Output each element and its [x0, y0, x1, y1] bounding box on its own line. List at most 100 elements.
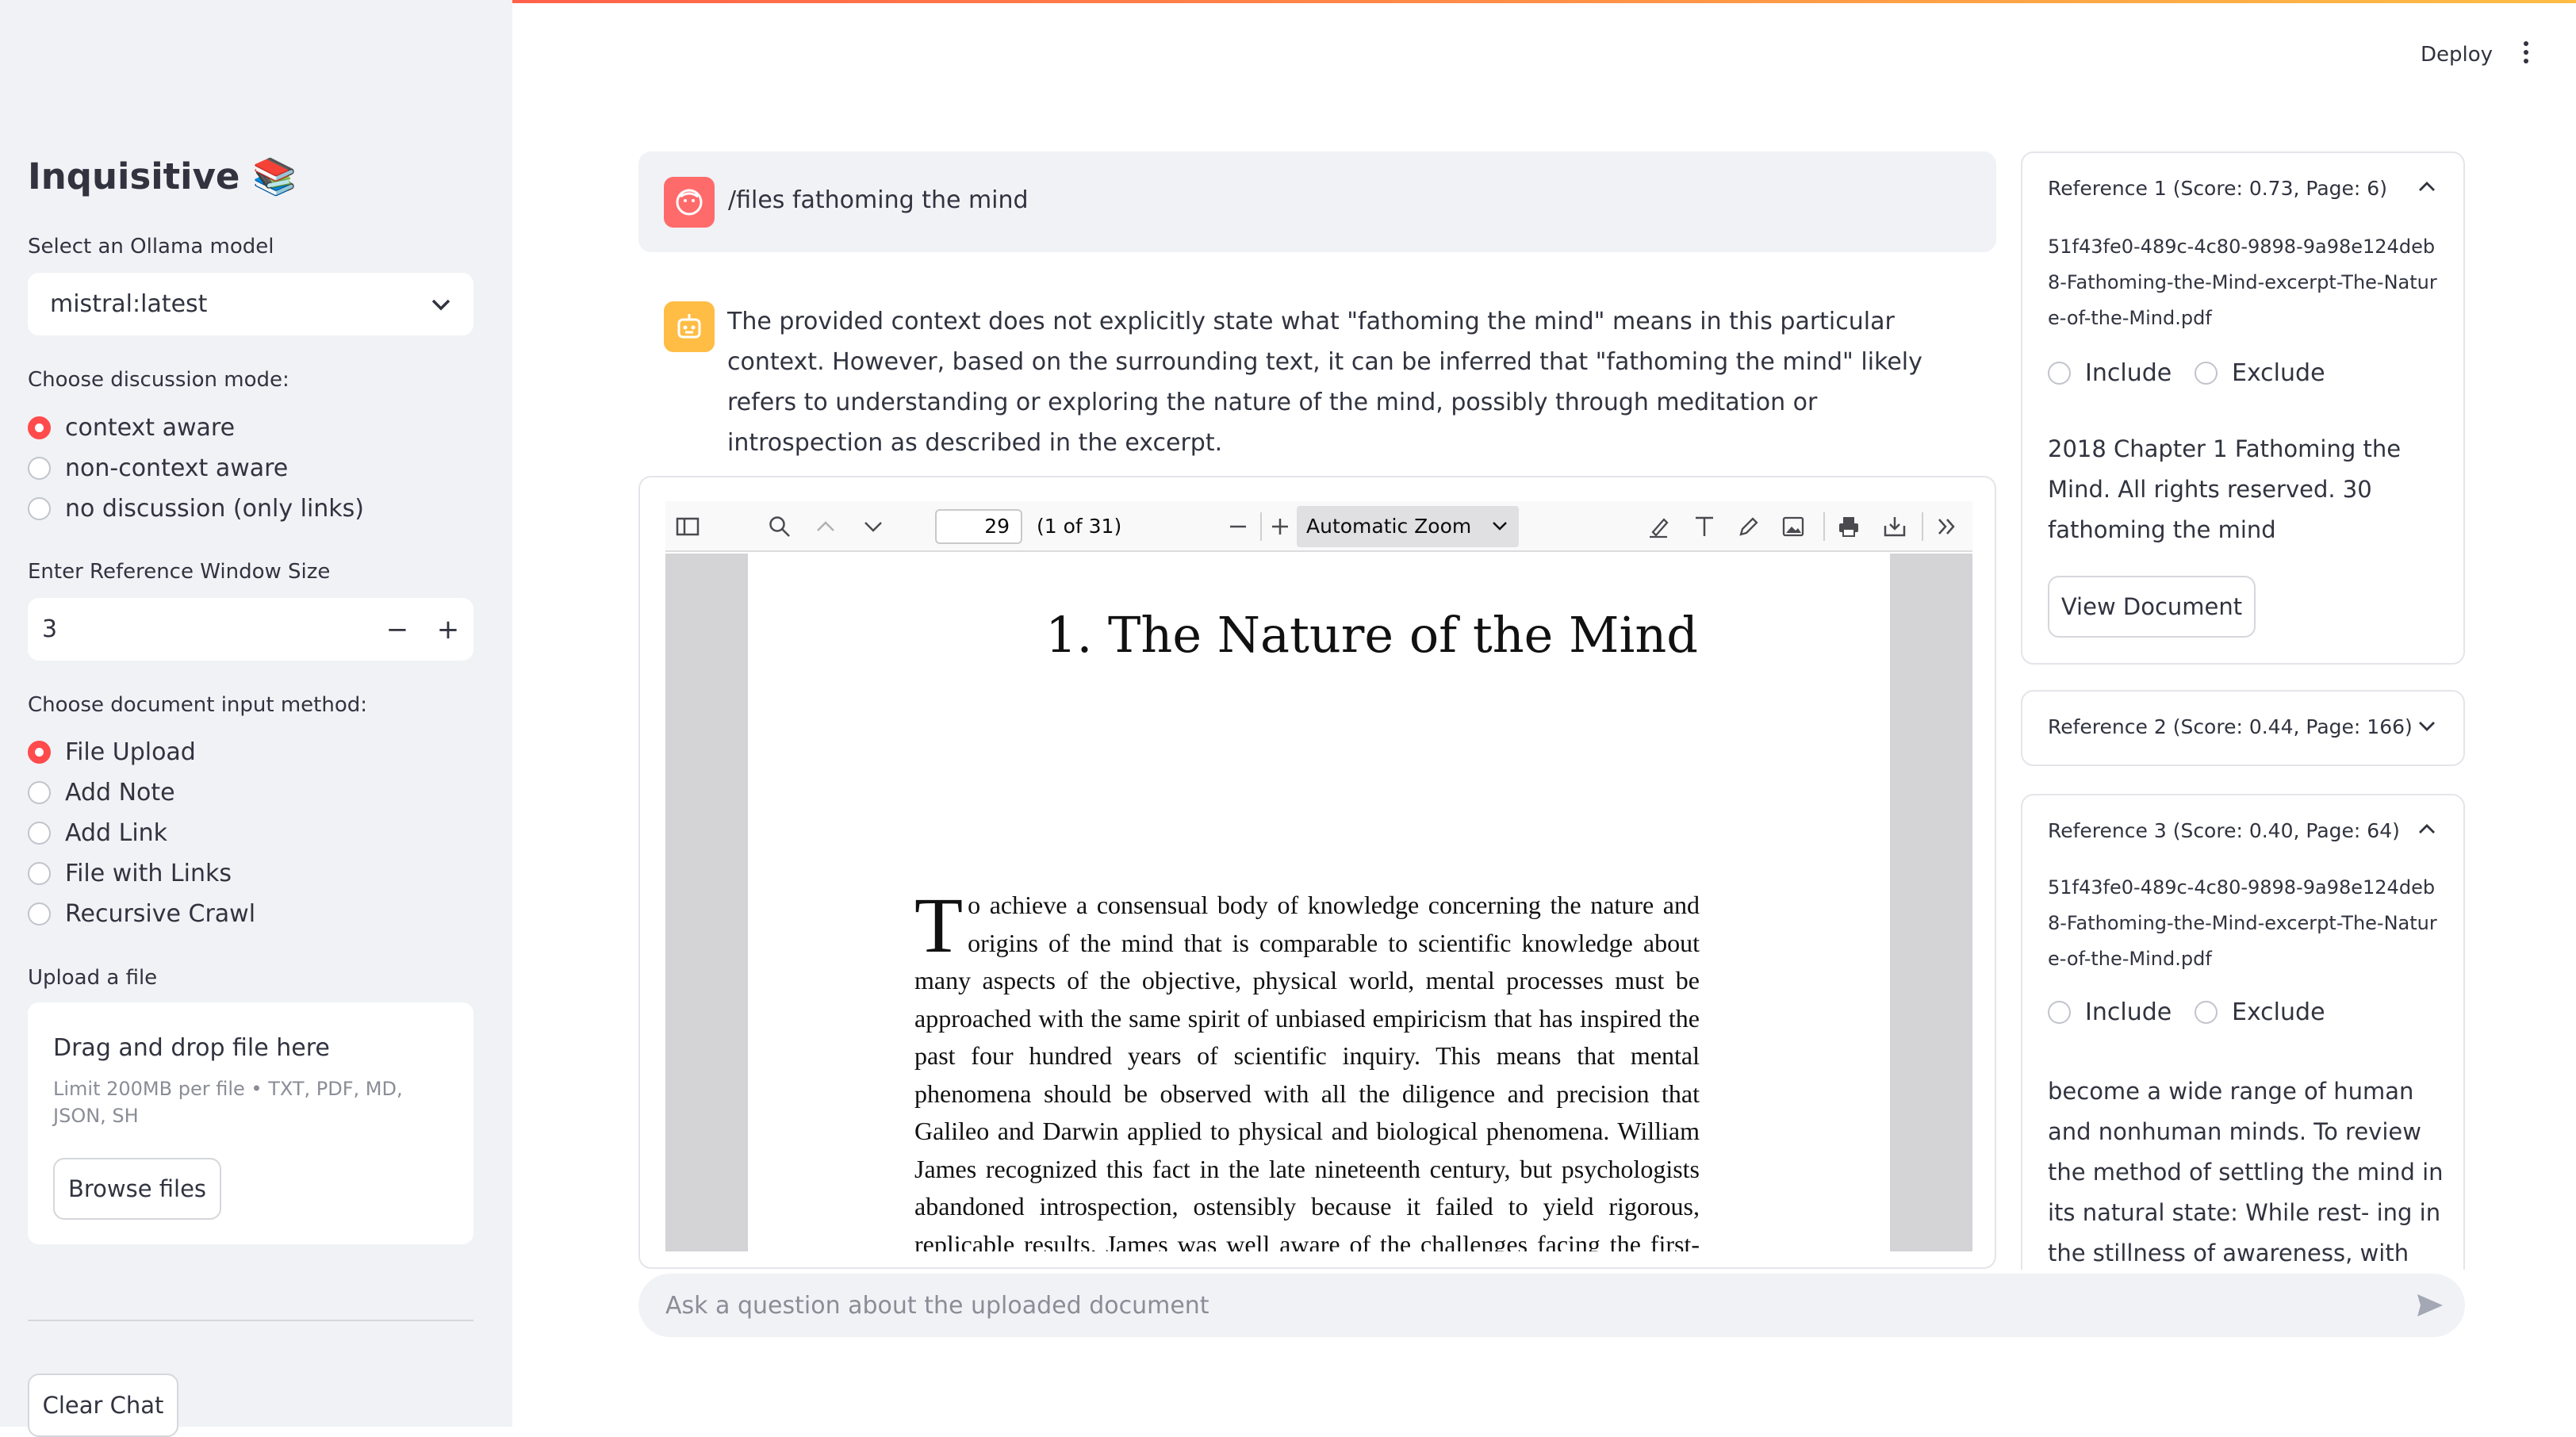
decrement-button[interactable]: − — [372, 614, 423, 646]
input-method-recursive-crawl[interactable]: Recursive Crawl — [28, 900, 255, 928]
window-size-label: Enter Reference Window Size — [28, 560, 331, 584]
radio-selected-icon — [28, 416, 51, 439]
chevron-up-icon[interactable] — [2417, 180, 2436, 193]
radio-icon — [2195, 1001, 2218, 1024]
browse-files-button[interactable]: Browse files — [53, 1158, 221, 1220]
exclude-label: Exclude — [2232, 359, 2325, 387]
image-icon[interactable] — [1776, 501, 1811, 552]
mode-option-label: non-context aware — [65, 454, 289, 482]
exclude-label: Exclude — [2232, 998, 2325, 1026]
reference-filename: 51f43fe0-489c-4c80-9898-9a98e124deb8-Fat… — [2048, 876, 2437, 970]
reference-header[interactable]: Reference 1 (Score: 0.73, Page: 6) — [2048, 177, 2387, 200]
pdf-dropcap: T — [914, 881, 964, 969]
dropzone-title: Drag and drop file here — [53, 1034, 330, 1062]
chat-input[interactable]: Ask a question about the uploaded docume… — [638, 1274, 2465, 1337]
radio-icon — [28, 497, 51, 520]
reference-header[interactable]: Reference 2 (Score: 0.44, Page: 166) — [2048, 715, 2413, 738]
mode-option-non-context-aware[interactable]: non-context aware — [28, 454, 288, 482]
increment-button[interactable]: + — [423, 614, 473, 646]
print-icon[interactable] — [1831, 501, 1866, 552]
zoom-out-icon[interactable] — [1221, 501, 1255, 552]
zoom-in-icon[interactable] — [1267, 501, 1294, 552]
page-number-input[interactable]: 29 — [935, 509, 1022, 544]
pdf-toolbar: 29 (1 of 31) Automatic Zoom — [665, 501, 1972, 552]
main-menu-icon[interactable] — [2522, 41, 2530, 67]
reference-snippet: become a wide range of human and nonhuma… — [2048, 1078, 2444, 1266]
search-icon[interactable] — [762, 501, 797, 552]
page-count: (1 of 31) — [1037, 515, 1122, 538]
zoom-value: Automatic Zoom — [1306, 515, 1472, 538]
include-label: Include — [2085, 998, 2172, 1026]
previous-page-icon[interactable] — [808, 501, 843, 552]
input-method-add-link[interactable]: Add Link — [28, 819, 167, 847]
clear-chat-button[interactable]: Clear Chat — [28, 1374, 178, 1437]
include-option[interactable]: Include — [2048, 359, 2172, 387]
window-size-value[interactable]: 3 — [42, 615, 57, 643]
input-method-label: File Upload — [65, 738, 196, 766]
text-tool-icon[interactable] — [1687, 501, 1722, 552]
exclude-option[interactable]: Exclude — [2195, 998, 2325, 1026]
user-avatar — [664, 177, 715, 228]
pdf-body-text: To achieve a consensual body of knowledg… — [914, 881, 1700, 1252]
user-message: /files fathoming the mind — [638, 151, 1996, 252]
mode-option-label: no discussion (only links) — [65, 495, 365, 523]
draw-icon[interactable] — [1731, 501, 1766, 552]
window-size-input[interactable]: 3 − + — [28, 598, 473, 661]
robot-icon — [677, 314, 701, 339]
view-document-button[interactable]: View Document — [2048, 576, 2256, 638]
chevron-down-icon — [431, 299, 450, 310]
model-select[interactable]: mistral:latest — [28, 273, 473, 335]
radio-icon — [28, 781, 51, 804]
sidebar-divider — [28, 1320, 473, 1321]
next-page-icon[interactable] — [856, 501, 891, 552]
file-dropzone[interactable]: Drag and drop file here Limit 200MB per … — [28, 1002, 473, 1244]
model-select-value: mistral:latest — [50, 290, 208, 318]
radio-icon — [2048, 362, 2071, 385]
exclude-option[interactable]: Exclude — [2195, 359, 2325, 387]
deploy-button[interactable]: Deploy — [2421, 43, 2493, 67]
radio-selected-icon — [28, 741, 51, 764]
user-message-text: /files fathoming the mind — [728, 186, 1029, 214]
reference-header[interactable]: Reference 3 (Score: 0.40, Page: 64) — [2048, 819, 2400, 842]
reference-filename: 51f43fe0-489c-4c80-9898-9a98e124deb8-Fat… — [2048, 236, 2437, 329]
radio-icon — [28, 902, 51, 925]
assistant-avatar — [664, 301, 715, 352]
send-icon[interactable] — [2413, 1288, 2448, 1323]
reference-snippet: 2018 Chapter 1 Fathoming the Mind. All r… — [2048, 435, 2402, 543]
zoom-select[interactable]: Automatic Zoom — [1297, 506, 1519, 547]
pdf-canvas[interactable]: 1. The Nature of the Mind To achieve a c… — [665, 554, 1972, 1251]
input-method-file-with-links[interactable]: File with Links — [28, 860, 232, 887]
radio-icon — [2195, 362, 2218, 385]
upload-label: Upload a file — [28, 966, 158, 990]
input-method-add-note[interactable]: Add Note — [28, 779, 175, 807]
input-method-file-upload[interactable]: File Upload — [28, 738, 196, 766]
radio-icon — [28, 457, 51, 480]
reference-card-3: Reference 3 (Score: 0.40, Page: 64) 51f4… — [2021, 794, 2465, 1270]
chevron-up-icon[interactable] — [2417, 822, 2436, 835]
include-option[interactable]: Include — [2048, 998, 2172, 1026]
pdf-viewer[interactable]: 29 (1 of 31) Automatic Zoom 1. The Natur… — [638, 476, 1996, 1269]
pdf-page: 1. The Nature of the Mind To achieve a c… — [748, 554, 1890, 1251]
dropzone-hint: Limit 200MB per file • TXT, PDF, MD, JSO… — [53, 1078, 403, 1127]
include-label: Include — [2085, 359, 2172, 387]
mode-option-context-aware[interactable]: context aware — [28, 414, 235, 442]
mode-option-no-discussion[interactable]: no discussion (only links) — [28, 495, 364, 523]
sidebar-toggle-icon[interactable] — [670, 501, 705, 552]
chat-input-placeholder: Ask a question about the uploaded docume… — [665, 1291, 1209, 1320]
input-method-label: File with Links — [65, 860, 232, 887]
chevron-down-icon[interactable] — [2417, 720, 2436, 733]
mode-option-label: context aware — [65, 414, 236, 442]
download-icon[interactable] — [1877, 501, 1912, 552]
more-tools-icon[interactable] — [1930, 501, 1965, 552]
highlight-icon[interactable] — [1641, 501, 1676, 552]
radio-icon — [28, 822, 51, 845]
pdf-paragraph: o achieve a consensual body of knowledge… — [914, 891, 1700, 1251]
pdf-chapter-heading: 1. The Nature of the Mind — [1045, 606, 1698, 664]
user-face-icon — [676, 189, 703, 216]
input-method-label: Recursive Crawl — [65, 900, 256, 928]
radio-icon — [2048, 1001, 2071, 1024]
sidebar: Inquisitive 📚 Select an Ollama model mis… — [0, 0, 512, 1437]
radio-icon — [28, 862, 51, 885]
reference-card-2[interactable]: Reference 2 (Score: 0.44, Page: 166) — [2021, 690, 2465, 766]
assistant-message-text: The provided context does not explicitly… — [727, 308, 1922, 457]
